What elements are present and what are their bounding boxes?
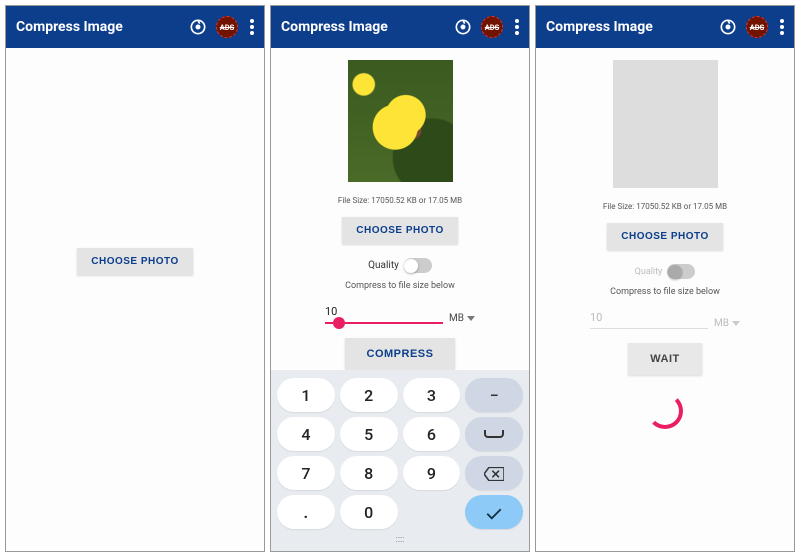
key-4[interactable]: 4: [277, 417, 335, 451]
no-ads-icon[interactable]: ADS: [216, 16, 238, 38]
key-minus[interactable]: −: [465, 378, 523, 412]
key-9[interactable]: 9: [403, 456, 461, 490]
choose-photo-button[interactable]: CHOOSE PHOTO: [342, 217, 458, 244]
key-5[interactable]: 5: [340, 417, 398, 451]
check-icon: [485, 505, 503, 519]
no-ads-icon[interactable]: ADS: [481, 16, 503, 38]
space-icon: [484, 430, 504, 438]
app-title: Compress Image: [281, 19, 445, 35]
overflow-menu-icon[interactable]: [250, 19, 254, 35]
choose-photo-button[interactable]: CHOOSE PHOTO: [607, 223, 723, 250]
key-6[interactable]: 6: [403, 417, 461, 451]
key-3[interactable]: 3: [403, 378, 461, 412]
no-ads-icon[interactable]: ADS: [746, 16, 768, 38]
key-8[interactable]: 8: [340, 456, 398, 490]
screen-processing: Compress Image ADS File Size: 17050.52 K…: [535, 5, 795, 552]
loading-spinner-icon: [647, 393, 683, 429]
app-bar: Compress Image ADS: [271, 6, 529, 48]
key-backspace[interactable]: [465, 456, 523, 490]
file-size-label: File Size: 17050.52 KB or 17.05 MB: [338, 196, 462, 205]
choose-photo-button[interactable]: CHOOSE PHOTO: [77, 248, 193, 275]
cast-icon[interactable]: [188, 17, 208, 37]
numeric-keypad: 1 2 3 − 4 5 6 7 8 9 . 0 ::::: [271, 370, 529, 551]
app-bar: Compress Image ADS: [6, 6, 264, 48]
screen-content: File Size: 17050.52 KB or 17.05 MB CHOOS…: [536, 48, 794, 551]
screen-content: File Size: 17050.52 KB or 17.05 MB CHOOS…: [271, 48, 529, 370]
image-preview-placeholder: [613, 60, 718, 188]
key-space[interactable]: [465, 417, 523, 451]
screen-configure: Compress Image ADS File Size: 17050.52 K…: [270, 5, 530, 552]
screen-initial: Compress Image ADS CHOOSE PHOTO: [5, 5, 265, 552]
app-title: Compress Image: [16, 19, 180, 35]
unit-select[interactable]: MB: [449, 313, 475, 324]
image-preview[interactable]: [348, 60, 453, 182]
app-bar: Compress Image ADS: [536, 6, 794, 48]
backspace-icon: [484, 466, 504, 480]
compress-to-label: Compress to file size below: [610, 287, 720, 297]
quality-label: Quality: [368, 260, 399, 271]
cast-icon[interactable]: [453, 17, 473, 37]
key-enter[interactable]: [465, 495, 523, 529]
key-2[interactable]: 2: [340, 378, 398, 412]
quality-label: Quality: [635, 267, 663, 277]
key-dot[interactable]: .: [277, 495, 335, 529]
quality-toggle[interactable]: [404, 258, 432, 273]
key-1[interactable]: 1: [277, 378, 335, 412]
overflow-menu-icon[interactable]: [515, 19, 519, 35]
text-cursor-icon: [333, 317, 345, 329]
app-title: Compress Image: [546, 19, 710, 35]
wait-button: WAIT: [628, 343, 702, 375]
chevron-down-icon: [732, 321, 740, 326]
overflow-menu-icon[interactable]: [780, 19, 784, 35]
quality-toggle: [667, 264, 695, 279]
screen-content: CHOOSE PHOTO: [6, 48, 264, 551]
key-0[interactable]: 0: [340, 495, 398, 529]
unit-select: MB: [714, 318, 740, 329]
chevron-down-icon: [467, 316, 475, 321]
file-size-label: File Size: 17050.52 KB or 17.05 MB: [603, 202, 727, 211]
key-7[interactable]: 7: [277, 456, 335, 490]
compress-to-label: Compress to file size below: [345, 281, 455, 291]
target-size-input[interactable]: 10: [325, 305, 443, 324]
cast-icon[interactable]: [718, 17, 738, 37]
compress-button[interactable]: COMPRESS: [345, 338, 456, 370]
keyboard-handle-icon[interactable]: ::::: [277, 533, 523, 547]
target-size-input: 10: [590, 311, 708, 329]
